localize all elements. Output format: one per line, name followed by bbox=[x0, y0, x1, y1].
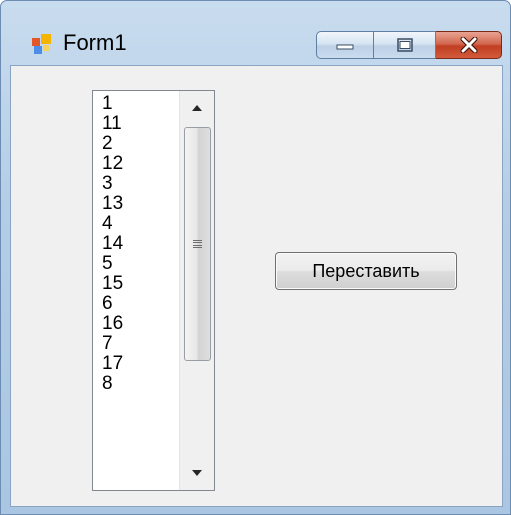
list-item[interactable]: 2 bbox=[102, 134, 172, 154]
scroll-up-button[interactable] bbox=[180, 91, 214, 125]
maximize-icon bbox=[396, 38, 413, 52]
list-item[interactable]: 4 bbox=[102, 214, 172, 234]
close-button[interactable] bbox=[436, 31, 502, 59]
list-item[interactable]: 17 bbox=[102, 354, 172, 374]
maximize-button[interactable] bbox=[374, 31, 436, 59]
scroll-down-button[interactable] bbox=[180, 456, 214, 490]
form-client-area: 1 11 2 12 3 13 4 14 5 15 6 16 7 17 8 Пер… bbox=[10, 65, 503, 507]
rearrange-button[interactable]: Переставить bbox=[275, 252, 457, 290]
list-item[interactable]: 15 bbox=[102, 274, 172, 294]
caption-buttons bbox=[316, 31, 502, 59]
listbox-vertical-scrollbar[interactable] bbox=[179, 91, 214, 490]
scroll-thumb-grip-icon bbox=[193, 239, 202, 249]
list-item[interactable]: 12 bbox=[102, 154, 172, 174]
list-item[interactable]: 8 bbox=[102, 374, 172, 394]
title-bar[interactable]: Form1 bbox=[1, 1, 510, 65]
list-item[interactable]: 7 bbox=[102, 334, 172, 354]
scroll-down-arrow-icon bbox=[192, 470, 202, 476]
minimize-icon bbox=[336, 44, 354, 50]
listbox-items: 1 11 2 12 3 13 4 14 5 15 6 16 7 17 8 bbox=[102, 94, 172, 394]
scroll-thumb[interactable] bbox=[184, 127, 211, 361]
scroll-up-arrow-icon bbox=[192, 105, 202, 111]
window-bottom-border bbox=[1, 505, 510, 514]
close-icon bbox=[460, 37, 477, 53]
list-item[interactable]: 16 bbox=[102, 314, 172, 334]
winforms-app-icon bbox=[32, 34, 51, 54]
list-item[interactable]: 1 bbox=[102, 94, 172, 114]
list-item[interactable]: 3 bbox=[102, 174, 172, 194]
list-item[interactable]: 13 bbox=[102, 194, 172, 214]
list-item[interactable]: 5 bbox=[102, 254, 172, 274]
minimize-button[interactable] bbox=[316, 31, 374, 59]
list-item[interactable]: 6 bbox=[102, 294, 172, 314]
form1-window: Form1 1 11 2 12 3 13 4 14 5 15 6 16 7 17… bbox=[0, 0, 511, 515]
list-item[interactable]: 11 bbox=[102, 114, 172, 134]
numbers-listbox[interactable]: 1 11 2 12 3 13 4 14 5 15 6 16 7 17 8 bbox=[92, 90, 215, 491]
window-title: Form1 bbox=[63, 30, 127, 55]
list-item[interactable]: 14 bbox=[102, 234, 172, 254]
